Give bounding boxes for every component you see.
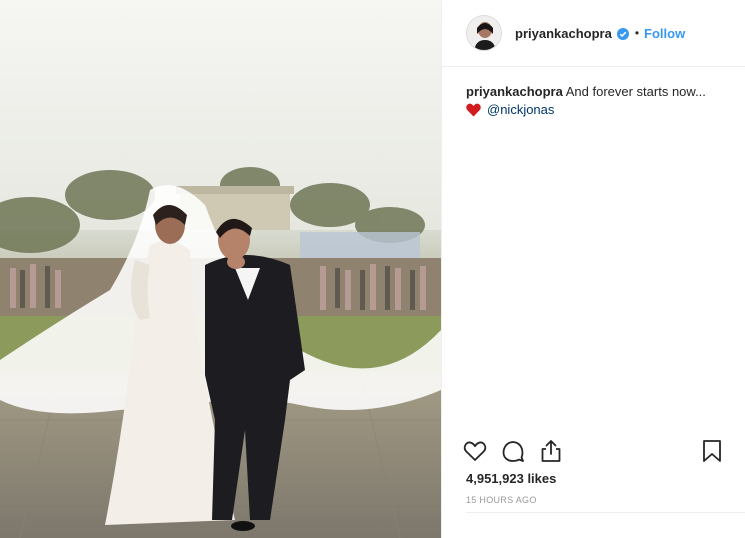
likes-count[interactable]: 4,951,923 likes xyxy=(466,471,556,486)
share-upload-icon[interactable] xyxy=(538,438,564,464)
post-header: priyankachopra • Follow xyxy=(442,0,745,67)
post-sidebar: priyankachopra • Follow priyankachopra A… xyxy=(441,0,745,538)
speech-bubble-icon[interactable] xyxy=(500,438,526,464)
comment-divider xyxy=(466,512,745,513)
post-timestamp[interactable]: 15 HOURS AGO xyxy=(466,495,537,505)
mention-link[interactable]: @nickjonas xyxy=(487,101,554,118)
caption-line: priyankachopra And forever starts now... xyxy=(466,83,721,100)
heart-outline-icon[interactable] xyxy=(462,438,488,464)
caption-username[interactable]: priyankachopra xyxy=(466,84,563,99)
wedding-photo-illustration xyxy=(0,0,441,538)
avatar-image xyxy=(467,16,501,50)
post-photo[interactable] xyxy=(0,0,441,538)
caption-text: And forever starts now... xyxy=(565,84,706,99)
follow-button[interactable]: Follow xyxy=(644,26,685,41)
caption: priyankachopra And forever starts now...… xyxy=(442,67,745,118)
red-heart-emoji xyxy=(466,103,481,116)
instagram-post: priyankachopra • Follow priyankachopra A… xyxy=(0,0,745,538)
action-bar xyxy=(462,436,725,466)
avatar[interactable] xyxy=(466,15,502,51)
header-username[interactable]: priyankachopra xyxy=(515,26,612,41)
bookmark-icon[interactable] xyxy=(699,438,725,464)
verified-badge-icon xyxy=(616,27,629,40)
caption-mention-line: @nickjonas xyxy=(466,101,721,118)
separator-dot: • xyxy=(634,26,640,40)
